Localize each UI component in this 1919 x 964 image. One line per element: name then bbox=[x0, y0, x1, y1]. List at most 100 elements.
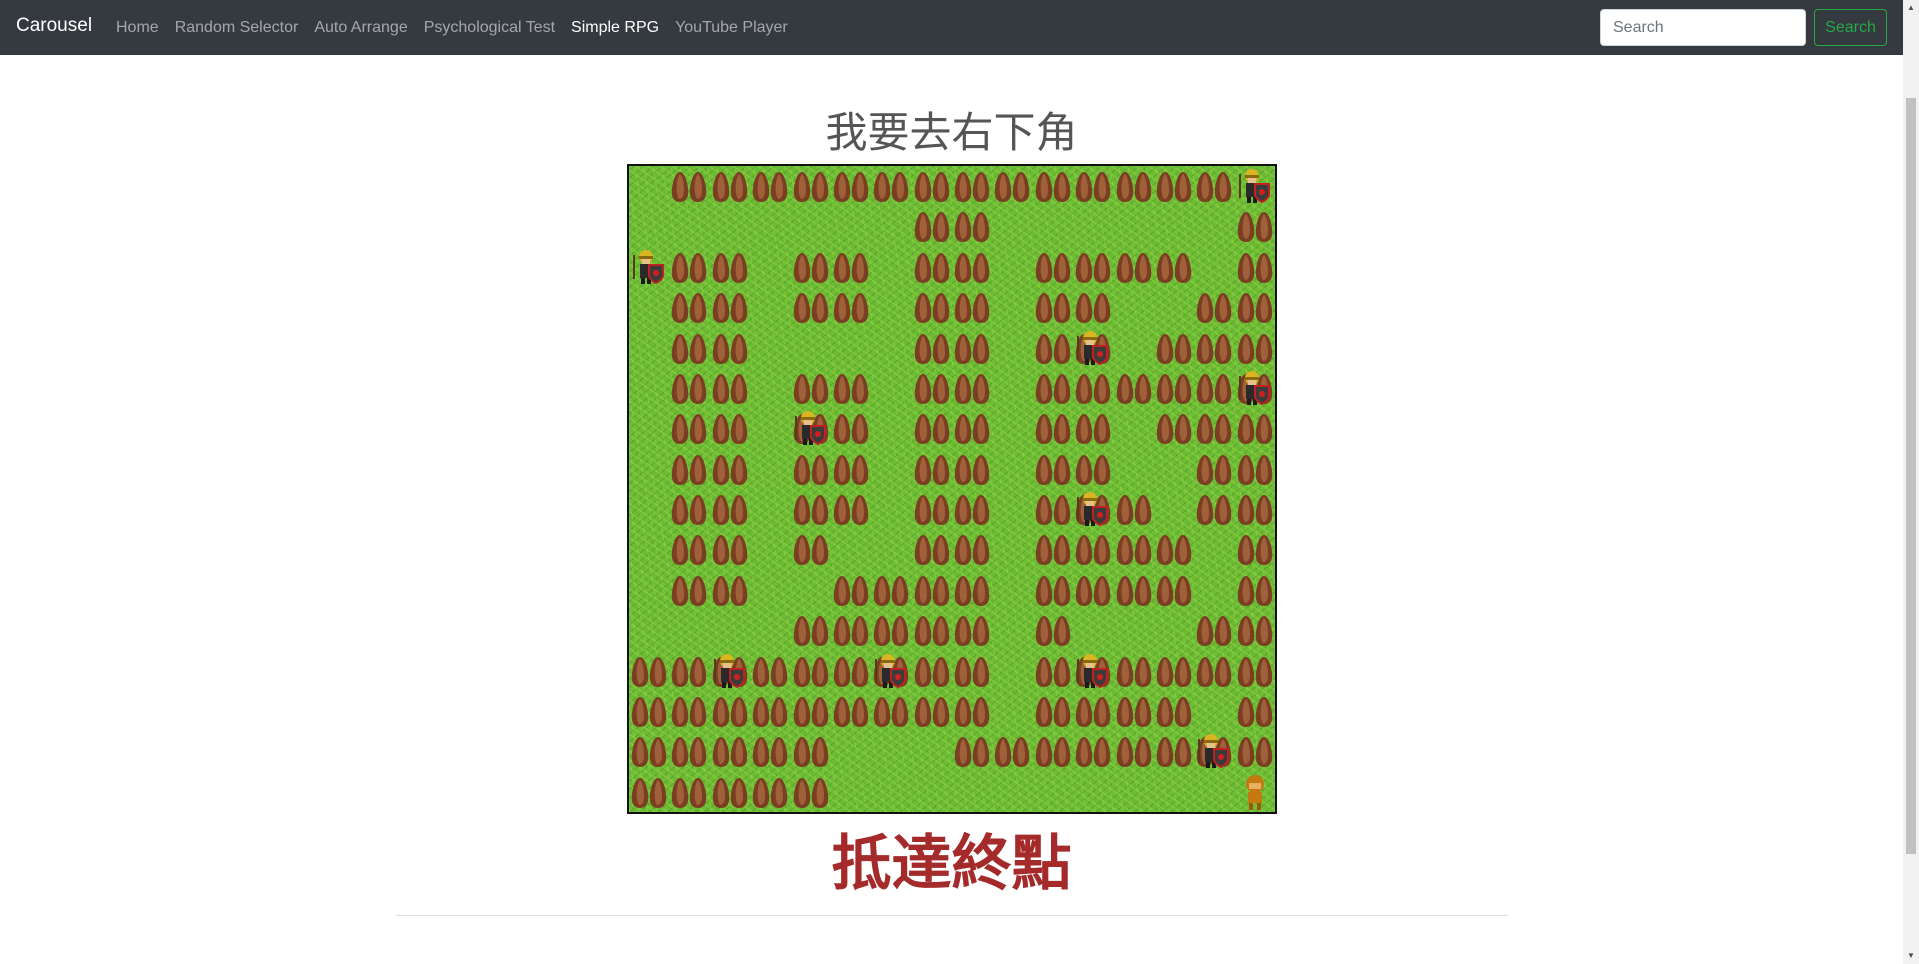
soldier-enemy-icon bbox=[1194, 731, 1234, 771]
page-scrollbar[interactable]: ▲ ▼ bbox=[1903, 0, 1919, 964]
tree-tile bbox=[710, 408, 750, 448]
tree-tile bbox=[791, 691, 831, 731]
nav-link-random-selector[interactable]: Random Selector bbox=[175, 19, 299, 37]
soldier-enemy-icon bbox=[871, 651, 911, 691]
tree-tile bbox=[1194, 449, 1234, 489]
tree-tile bbox=[912, 206, 952, 246]
tree-tile bbox=[1235, 408, 1275, 448]
tree-tile bbox=[1033, 408, 1073, 448]
tree-tile bbox=[952, 651, 992, 691]
tree-tile bbox=[831, 610, 871, 650]
tree-tile bbox=[791, 368, 831, 408]
tree-tile bbox=[1114, 247, 1154, 287]
tree-tile bbox=[1114, 731, 1154, 771]
tree-tile bbox=[1033, 368, 1073, 408]
search-button[interactable]: Search bbox=[1814, 9, 1887, 46]
player-character-icon bbox=[1235, 772, 1275, 812]
tree-tile bbox=[629, 651, 669, 691]
tree-tile bbox=[1033, 570, 1073, 610]
tree-tile bbox=[992, 166, 1032, 206]
soldier-enemy-icon bbox=[791, 408, 831, 448]
tree-tile bbox=[831, 691, 871, 731]
tree-tile bbox=[791, 731, 831, 771]
tree-tile bbox=[912, 166, 952, 206]
soldier-enemy-icon bbox=[710, 651, 750, 691]
tree-tile bbox=[912, 489, 952, 529]
tree-tile bbox=[912, 328, 952, 368]
tree-tile bbox=[791, 529, 831, 569]
tree-tile bbox=[629, 731, 669, 771]
tree-tile bbox=[952, 247, 992, 287]
tree-tile bbox=[1073, 691, 1113, 731]
tree-tile bbox=[1073, 529, 1113, 569]
tree-tile bbox=[710, 731, 750, 771]
tree-tile bbox=[1194, 368, 1234, 408]
tree-tile bbox=[1114, 166, 1154, 206]
tree-tile bbox=[871, 691, 911, 731]
tree-tile bbox=[1235, 247, 1275, 287]
tree-tile bbox=[1194, 166, 1234, 206]
tree-tile bbox=[791, 247, 831, 287]
tree-tile bbox=[831, 368, 871, 408]
tree-tile bbox=[1033, 610, 1073, 650]
tree-tile bbox=[912, 247, 952, 287]
tree-tile bbox=[831, 651, 871, 691]
tree-tile bbox=[710, 247, 750, 287]
tree-tile bbox=[669, 166, 709, 206]
tree-tile bbox=[710, 691, 750, 731]
tree-tile bbox=[669, 368, 709, 408]
tree-tile bbox=[1194, 610, 1234, 650]
tree-tile bbox=[710, 772, 750, 812]
tree-tile bbox=[1194, 408, 1234, 448]
soldier-enemy-icon bbox=[629, 247, 669, 287]
search-input[interactable] bbox=[1600, 9, 1806, 46]
tree-tile bbox=[871, 610, 911, 650]
tree-tile bbox=[1154, 651, 1194, 691]
tree-tile bbox=[912, 408, 952, 448]
tree-tile bbox=[1154, 166, 1194, 206]
tree-tile bbox=[1033, 529, 1073, 569]
tree-tile bbox=[1235, 610, 1275, 650]
game-board[interactable] bbox=[627, 164, 1277, 814]
scroll-thumb[interactable] bbox=[1906, 98, 1916, 854]
tree-tile bbox=[669, 772, 709, 812]
tree-tile bbox=[1033, 287, 1073, 327]
tree-tile bbox=[912, 287, 952, 327]
brand-logo[interactable]: Carousel bbox=[16, 15, 92, 37]
tree-tile bbox=[669, 287, 709, 327]
scroll-up-arrow-icon[interactable]: ▲ bbox=[1903, 0, 1919, 16]
tree-tile bbox=[1154, 570, 1194, 610]
result-message: 抵達終點 bbox=[831, 830, 1072, 897]
tree-tile bbox=[1194, 287, 1234, 327]
tree-tile bbox=[750, 772, 790, 812]
tree-tile bbox=[1073, 368, 1113, 408]
tree-tile bbox=[750, 651, 790, 691]
tree-tile bbox=[1114, 368, 1154, 408]
tree-tile bbox=[669, 691, 709, 731]
tree-tile bbox=[1073, 449, 1113, 489]
tree-tile bbox=[1154, 368, 1194, 408]
tree-tile bbox=[1114, 651, 1154, 691]
tree-tile bbox=[952, 691, 992, 731]
tree-tile bbox=[710, 166, 750, 206]
tree-tile bbox=[1235, 449, 1275, 489]
tree-tile bbox=[1235, 529, 1275, 569]
tree-tile bbox=[669, 570, 709, 610]
nav-link-simple-rpg[interactable]: Simple RPG bbox=[571, 19, 659, 37]
nav-link-youtube-player[interactable]: YouTube Player bbox=[675, 19, 788, 37]
nav-link-psychological-test[interactable]: Psychological Test bbox=[424, 19, 555, 37]
tree-tile bbox=[669, 328, 709, 368]
tree-tile bbox=[1033, 651, 1073, 691]
tree-tile bbox=[1073, 570, 1113, 610]
scroll-down-arrow-icon[interactable]: ▼ bbox=[1903, 948, 1919, 964]
tree-tile bbox=[1154, 328, 1194, 368]
nav-link-home[interactable]: Home bbox=[116, 19, 159, 37]
tree-tile bbox=[710, 328, 750, 368]
tree-tile bbox=[831, 166, 871, 206]
tree-tile bbox=[710, 529, 750, 569]
nav-link-auto-arrange[interactable]: Auto Arrange bbox=[314, 19, 407, 37]
tree-tile bbox=[1154, 731, 1194, 771]
soldier-enemy-icon bbox=[1073, 489, 1113, 529]
game-heading: 我要去右下角 bbox=[825, 109, 1078, 156]
tree-tile bbox=[791, 489, 831, 529]
